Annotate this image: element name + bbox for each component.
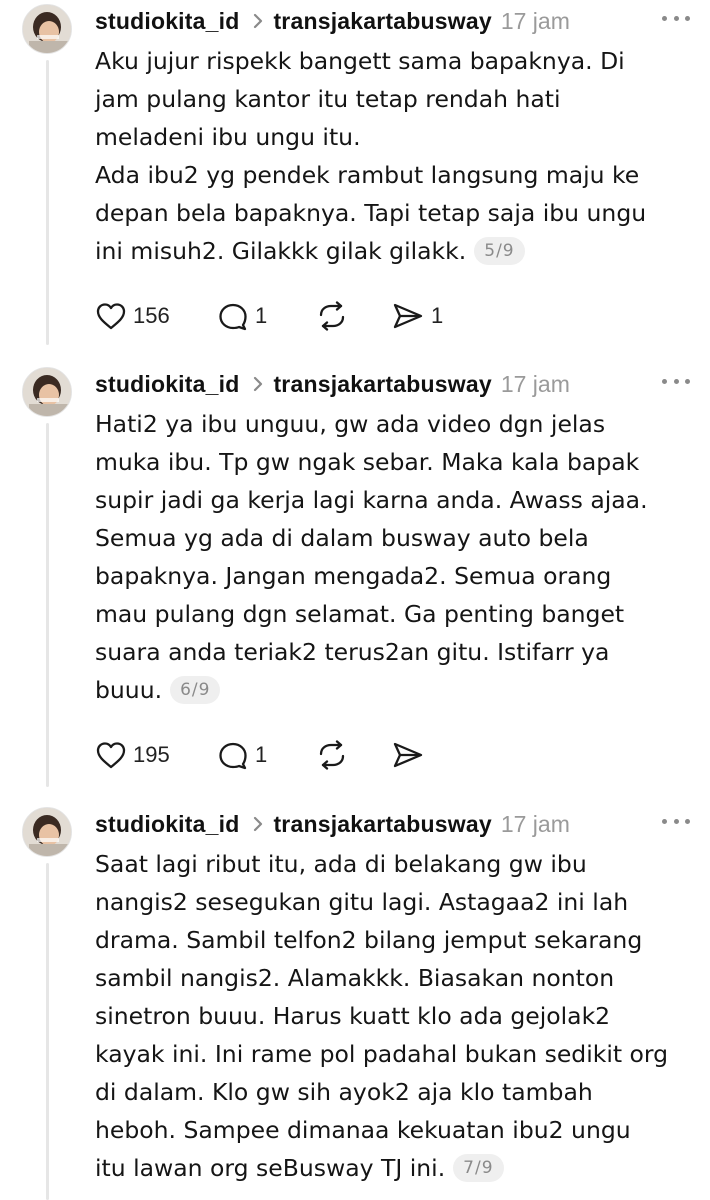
thread-line xyxy=(46,423,49,787)
repost-icon xyxy=(315,301,349,331)
post-text-last: ini misuh2. Gilakkk gilak gilakk. xyxy=(95,237,467,265)
chevron-right-icon xyxy=(247,812,269,836)
repost-button[interactable] xyxy=(315,298,391,334)
send-icon xyxy=(391,301,425,331)
avatar[interactable] xyxy=(22,367,72,417)
post-text-line: meladeni ibu ungu itu. xyxy=(95,123,361,151)
post-header: studiokita_id transjakartabusway 17 jam xyxy=(95,369,695,399)
post-text-line: mau pulang dgn selamat. Ga penting bange… xyxy=(95,600,625,628)
post-text-line: itu lawan org seBusway TJ ini. 7/9 xyxy=(95,1149,700,1187)
post-text-line: kayak ini. Ini rame pol padahal bukan se… xyxy=(95,1040,669,1068)
timestamp: 17 jam xyxy=(500,810,570,837)
timestamp: 17 jam xyxy=(500,7,570,34)
post-text-line: depan bela bapaknya. Tapi tetap saja ibu… xyxy=(95,199,647,227)
post-text-line: suara anda teriak2 terus2an gitu. Istifa… xyxy=(95,638,610,666)
username[interactable]: studiokita_id xyxy=(95,8,239,35)
post-header: studiokita_id transjakartabusway 17 jam xyxy=(95,6,695,36)
post-text-line: bapaknya. Jangan mengada2. Semua orang xyxy=(95,562,612,590)
post: studiokita_id transjakartabusway 17 jam … xyxy=(0,363,710,793)
like-button[interactable]: 195 xyxy=(95,737,217,773)
username[interactable]: studiokita_id xyxy=(95,371,239,398)
post-text-line: di dalam. Klo gw sih ayok2 aja klo tamba… xyxy=(95,1078,593,1106)
like-count: 195 xyxy=(133,742,170,767)
action-bar: 195 1 xyxy=(95,737,471,773)
post-text-line: heboh. Sampee dimanaa kekuatan ibu2 ungu xyxy=(95,1116,631,1144)
post-text-last: itu lawan org seBusway TJ ini. xyxy=(95,1154,446,1182)
reply-count: 1 xyxy=(255,742,268,767)
post-header: studiokita_id transjakartabusway 17 jam xyxy=(95,809,695,839)
post-text-line: Hati2 ya ibu unguu, gw ada video dgn jel… xyxy=(95,410,606,438)
more-options-icon[interactable] xyxy=(658,809,694,833)
thread-line xyxy=(46,60,49,345)
more-options-icon[interactable] xyxy=(658,369,694,393)
post-text-line: Ada ibu2 yg pendek rambut langsung maju … xyxy=(95,161,640,189)
post-text-line: Aku jujur rispekk bangett sama bapaknya.… xyxy=(95,47,625,75)
thread-counter: 6/9 xyxy=(170,676,221,704)
repost-button[interactable] xyxy=(315,737,391,773)
comment-icon xyxy=(217,740,249,770)
post-text-line: supir jadi ga kerja lagi karna anda. Awa… xyxy=(95,486,648,514)
action-bar: 156 1 1 xyxy=(95,298,471,334)
post-text-last: buuu. xyxy=(95,676,163,704)
post-text-line: drama. Sambil telfon2 bilang jemput seka… xyxy=(95,926,643,954)
post-text-line: ini misuh2. Gilakkk gilak gilakk. 5/9 xyxy=(95,232,700,270)
share-button[interactable]: 1 xyxy=(391,298,471,334)
post-text-line: sinetron buuu. Harus kuatt klo ada gejol… xyxy=(95,1002,611,1030)
avatar[interactable] xyxy=(22,807,72,857)
reply-count: 1 xyxy=(255,303,268,328)
post-text-line: nangis2 sesegukan gitu lagi. Astagaa2 in… xyxy=(95,888,629,916)
send-icon xyxy=(391,740,425,770)
post-text: Aku jujur rispekk bangett sama bapaknya.… xyxy=(95,42,700,270)
share-button[interactable] xyxy=(391,737,471,773)
post: studiokita_id transjakartabusway 17 jam … xyxy=(0,803,710,1200)
post-text-line: buuu. 6/9 xyxy=(95,671,700,709)
chevron-right-icon xyxy=(247,372,269,396)
timestamp: 17 jam xyxy=(500,370,570,397)
chevron-right-icon xyxy=(247,9,269,33)
reply-button[interactable]: 1 xyxy=(217,737,315,773)
like-count: 156 xyxy=(133,303,170,328)
post-text-line: jam pulang kantor itu tetap rendah hati xyxy=(95,85,561,113)
post-text-line: muka ibu. Tp gw ngak sebar. Maka kala ba… xyxy=(95,448,640,476)
thread-counter: 5/9 xyxy=(474,237,525,265)
post-text: Saat lagi ribut itu, ada di belakang gw … xyxy=(95,845,700,1187)
heart-icon xyxy=(95,301,127,331)
reply-button[interactable]: 1 xyxy=(217,298,315,334)
reply-to-account[interactable]: transjakartabusway xyxy=(273,8,491,35)
more-options-icon[interactable] xyxy=(658,6,694,30)
post: studiokita_id transjakartabusway 17 jam … xyxy=(0,0,710,355)
post-text: Hati2 ya ibu unguu, gw ada video dgn jel… xyxy=(95,405,700,709)
username[interactable]: studiokita_id xyxy=(95,811,239,838)
reply-to-account[interactable]: transjakartabusway xyxy=(273,371,491,398)
comment-icon xyxy=(217,301,249,331)
heart-icon xyxy=(95,740,127,770)
thread-counter: 7/9 xyxy=(453,1154,504,1182)
repost-icon xyxy=(315,740,349,770)
post-text-line: Semua yg ada di dalam busway auto bela xyxy=(95,524,589,552)
post-text-line: sambil nangis2. Alamakkk. Biasakan nonto… xyxy=(95,964,615,992)
post-text-line: Saat lagi ribut itu, ada di belakang gw … xyxy=(95,850,587,878)
like-button[interactable]: 156 xyxy=(95,298,217,334)
avatar[interactable] xyxy=(22,4,72,54)
reply-to-account[interactable]: transjakartabusway xyxy=(273,811,491,838)
share-count: 1 xyxy=(431,303,444,328)
thread-line xyxy=(46,863,49,1200)
